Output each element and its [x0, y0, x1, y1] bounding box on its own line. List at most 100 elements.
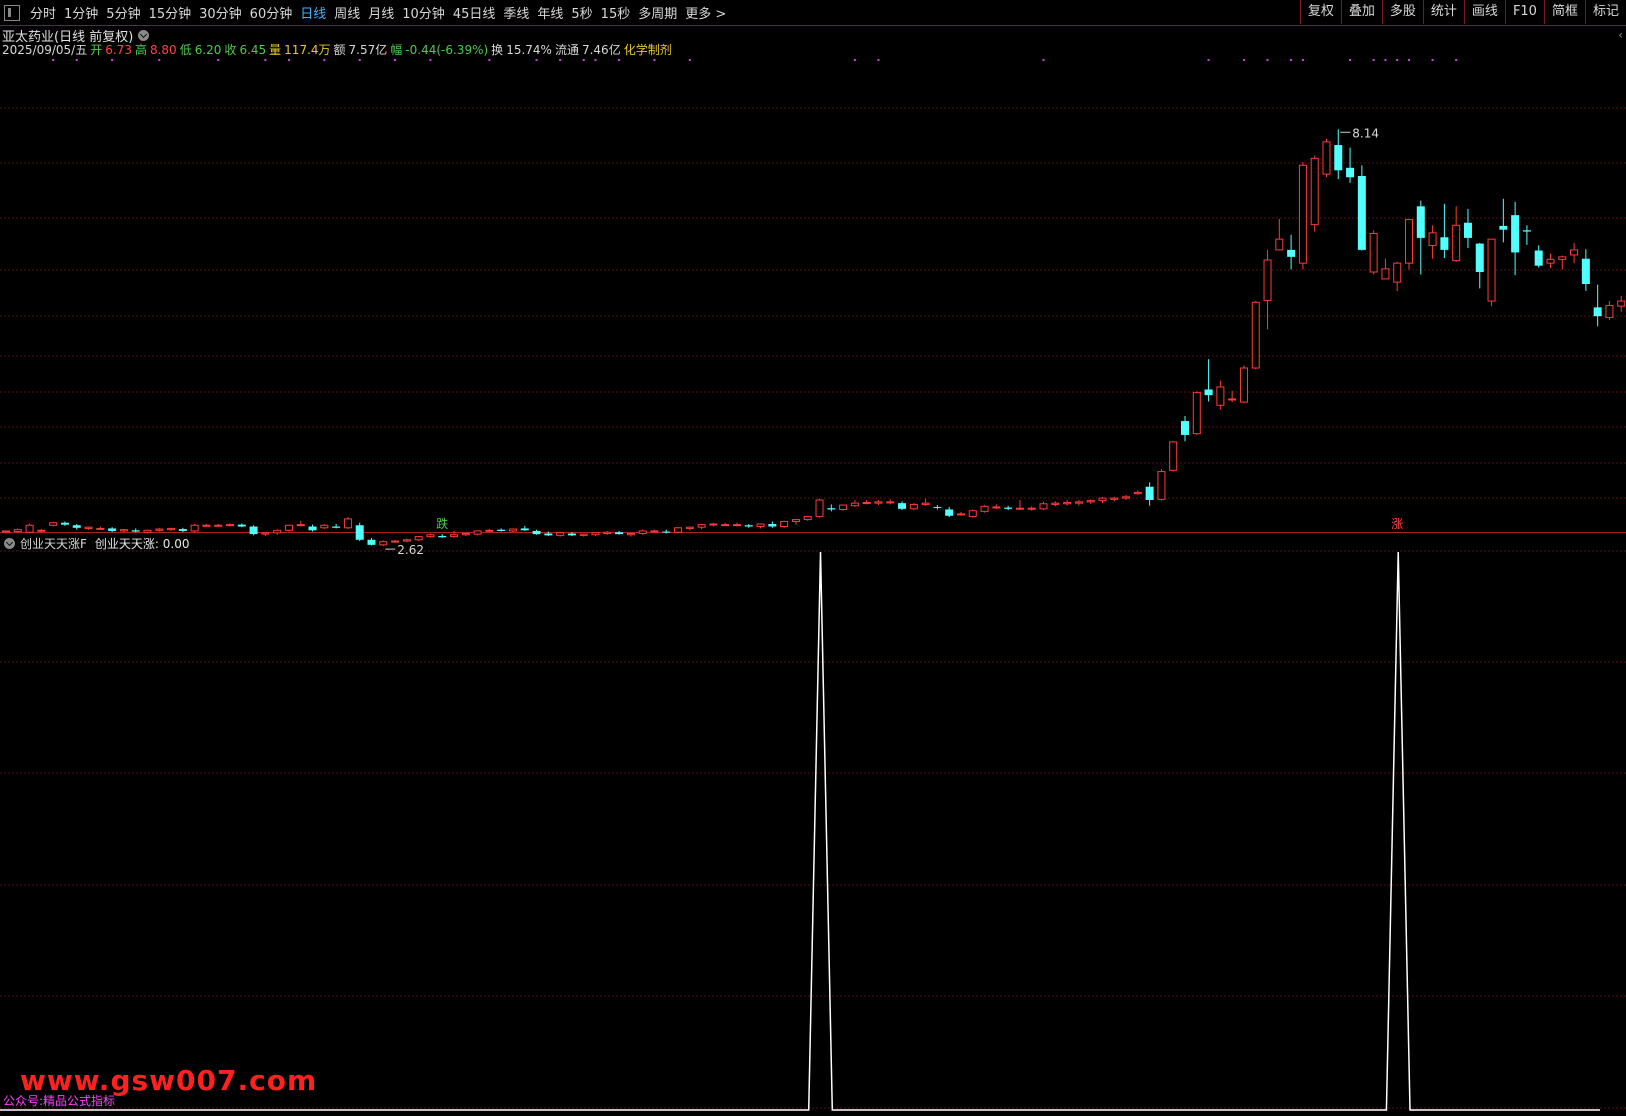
candle-body [1145, 486, 1154, 500]
candle-body [638, 530, 647, 534]
candle-body [131, 530, 140, 532]
candle-body [1393, 262, 1402, 283]
period-tab[interactable]: 更多 > [681, 3, 730, 22]
period-tab[interactable]: 10分钟 [398, 3, 449, 22]
period-tab[interactable]: 分时 [26, 3, 60, 22]
period-tab[interactable]: 15分钟 [145, 3, 196, 22]
candle-body [1216, 386, 1225, 406]
candle-body [284, 524, 293, 531]
period-tab[interactable]: 月线 [364, 3, 398, 22]
signal-dot [1266, 59, 1269, 61]
quote-date: 2025/09/05/五 [2, 43, 88, 57]
signal-dot [1372, 59, 1375, 61]
candle-body [367, 539, 376, 545]
period-tab[interactable]: 15秒 [597, 3, 635, 22]
candle-body [1334, 145, 1343, 171]
tool-button[interactable]: 多股 [1381, 0, 1423, 24]
chevron-left-icon[interactable]: ‹ [1618, 28, 1623, 42]
candle-body [1228, 398, 1237, 401]
candle-body [520, 528, 529, 531]
candle-body [1051, 502, 1060, 505]
candle-body [1204, 389, 1213, 396]
period-tab[interactable]: 日线 [296, 3, 330, 22]
kline-chart[interactable]: 8.142.62跌涨财榜 [0, 0, 1626, 1116]
candle-body [615, 532, 624, 535]
signal-dot [535, 59, 538, 61]
signal-dot [582, 59, 585, 61]
candle-body [379, 541, 388, 546]
candle-body [591, 532, 600, 536]
signal-dot [394, 59, 397, 61]
candle-body [96, 527, 105, 530]
period-tab[interactable]: 季线 [499, 3, 533, 22]
candle-body [1110, 497, 1119, 500]
max-price-label: 8.14 [1352, 126, 1379, 140]
candle-body [780, 520, 789, 528]
candle-body [1074, 501, 1083, 504]
period-tab[interactable]: 30分钟 [195, 3, 246, 22]
candle-body [308, 526, 317, 531]
period-tab[interactable]: 1分钟 [60, 3, 102, 22]
candle-body [791, 519, 800, 522]
period-tab[interactable]: 45日线 [449, 3, 500, 22]
signal-dot [1042, 59, 1045, 61]
candle-body [438, 536, 447, 538]
candle-body [1522, 230, 1531, 232]
candle-body [1310, 157, 1319, 226]
candle-body [980, 505, 989, 512]
period-tab[interactable]: 5秒 [567, 3, 596, 22]
candle-body [1346, 167, 1355, 178]
period-tab[interactable]: 年线 [533, 3, 567, 22]
tool-button[interactable]: 标记 [1584, 0, 1626, 24]
indicator-line [0, 551, 1600, 1111]
tool-buttons: 复权 叠加 多股 统计 画线 F10 简框 标记 [1299, 0, 1626, 25]
period-tab[interactable]: 5分钟 [102, 3, 144, 22]
candle-body [49, 522, 58, 526]
period-tab[interactable]: 60分钟 [246, 3, 297, 22]
signal-dot [1396, 59, 1399, 61]
open-label: 开 [90, 43, 103, 57]
high-value: 8.80 [149, 43, 177, 57]
candle-body [1027, 507, 1036, 510]
tool-button[interactable]: F10 [1504, 0, 1544, 24]
candle-body [1015, 507, 1024, 510]
signal-dot [488, 59, 491, 61]
panel-toggle-icon[interactable] [4, 4, 20, 21]
tool-button[interactable]: 统计 [1422, 0, 1464, 24]
period-tab[interactable]: 周线 [330, 3, 364, 22]
open-value: 6.73 [105, 43, 132, 57]
amount-value: 7.57亿 [348, 43, 388, 57]
candle-body [815, 499, 824, 517]
candle-body [744, 525, 753, 527]
watermark-caption: 公众号:精品公式指标 [3, 1094, 116, 1108]
tool-button[interactable]: 简框 [1543, 0, 1585, 24]
tool-button[interactable]: 复权 [1299, 0, 1341, 24]
candle-body [1570, 249, 1579, 256]
indicator-name[interactable]: 创业天天涨F [20, 535, 87, 552]
candle-body [332, 526, 341, 528]
candle-body [1098, 497, 1107, 502]
candle-body [839, 504, 848, 510]
candle-body [273, 529, 282, 534]
candle-body [13, 529, 22, 533]
candle-body [697, 524, 706, 528]
candle-body [1192, 392, 1201, 435]
candle-body [1133, 491, 1142, 495]
tool-button[interactable]: 画线 [1463, 0, 1505, 24]
period-toolbar: 分时 1分钟 5分钟 15分钟 30分钟 60分钟 日线 周线 月线 10分钟 45日线 季线 年线 5秒… [0, 0, 1626, 26]
candle-body [450, 534, 459, 538]
signal-dot [1301, 59, 1304, 61]
candle-body [60, 522, 69, 525]
period-tab[interactable]: 多周期 [634, 3, 681, 22]
candle-body [1263, 259, 1272, 301]
candle-body [1416, 206, 1425, 238]
candle-body [1275, 238, 1284, 251]
indicator-dropdown-icon[interactable] [4, 538, 15, 549]
candle-body [119, 529, 128, 532]
sector-label[interactable]: 化学制剂 [624, 43, 672, 57]
tool-button[interactable]: 叠加 [1340, 0, 1382, 24]
signal-dot [52, 59, 55, 61]
dropdown-circle-icon[interactable] [138, 30, 150, 41]
signal-dot [158, 59, 161, 61]
signal-dot [688, 59, 691, 61]
